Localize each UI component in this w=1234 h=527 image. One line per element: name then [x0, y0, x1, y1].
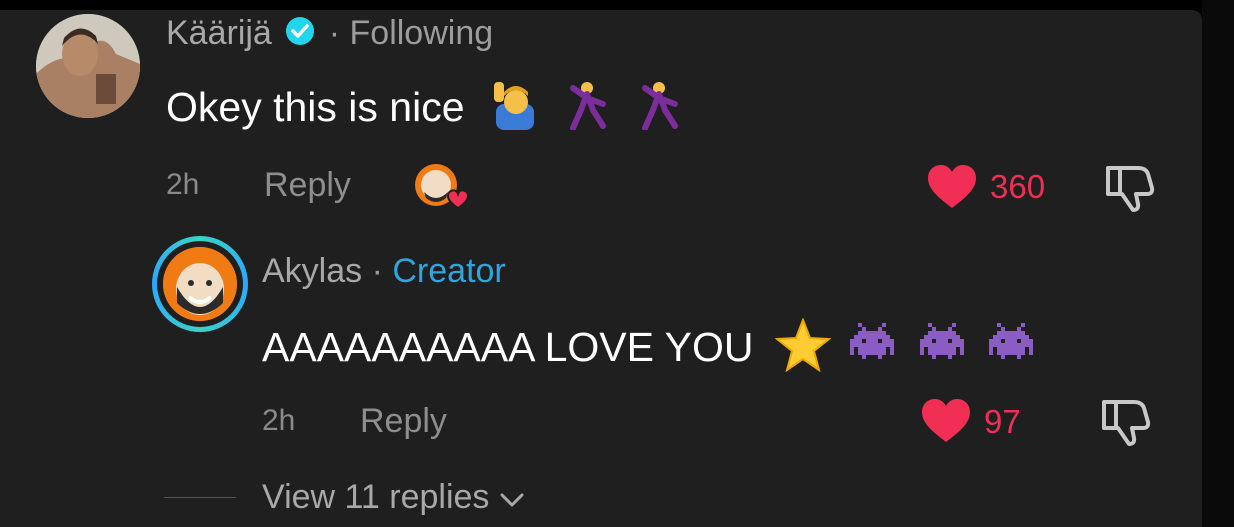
- avatar-kaarija[interactable]: [36, 14, 140, 118]
- comment-like-heart-icon[interactable]: [926, 164, 978, 215]
- comment-dislike-icon[interactable]: [1102, 164, 1156, 217]
- reply-like-count: 97: [984, 403, 1021, 440]
- creator-liked-badge: [414, 160, 470, 214]
- creator-badge: Creator: [392, 252, 506, 290]
- avatar-akylas[interactable]: [152, 236, 248, 332]
- comment-text: Okey this is nice: [166, 83, 465, 130]
- reply-reply-button[interactable]: Reply: [360, 402, 447, 441]
- reply-text-row: AAAAAAAAAA LOVE YOU: [262, 317, 1037, 382]
- view-replies-label: View 11 replies: [262, 478, 490, 516]
- view-replies-button[interactable]: View 11 replies: [262, 478, 525, 519]
- comment-header: Käärijä · Following: [166, 14, 493, 55]
- star-emoji: [774, 317, 832, 382]
- following-label: · Following: [328, 14, 494, 52]
- comment-text-row: Okey this is nice: [166, 80, 683, 140]
- alien-monster-emoji: [916, 322, 968, 378]
- alien-monster-emoji: [985, 322, 1037, 378]
- man-dancing-emoji: [637, 80, 683, 140]
- reply-header: Akylas · Creator: [262, 252, 506, 291]
- verified-check-icon: [285, 16, 315, 55]
- background-edge: [1202, 0, 1234, 527]
- reply-dislike-icon[interactable]: [1098, 398, 1152, 451]
- reply-time: 2h: [262, 404, 296, 437]
- comment-username[interactable]: Käärijä: [166, 14, 272, 52]
- comment-like-count: 360: [990, 168, 1046, 205]
- man-dancing-emoji: [565, 80, 611, 140]
- person-raising-hand-emoji: [490, 80, 540, 140]
- comment-reply-button[interactable]: Reply: [264, 166, 351, 205]
- replies-divider: [164, 497, 236, 498]
- reply-text: AAAAAAAAAA LOVE YOU: [262, 323, 754, 370]
- reply-like-heart-icon[interactable]: [920, 398, 972, 449]
- alien-monster-emoji: [846, 322, 898, 378]
- comment-time: 2h: [166, 168, 200, 201]
- reply-separator: ·: [371, 252, 383, 290]
- reply-username[interactable]: Akylas: [262, 252, 362, 290]
- chevron-down-icon: [499, 480, 525, 519]
